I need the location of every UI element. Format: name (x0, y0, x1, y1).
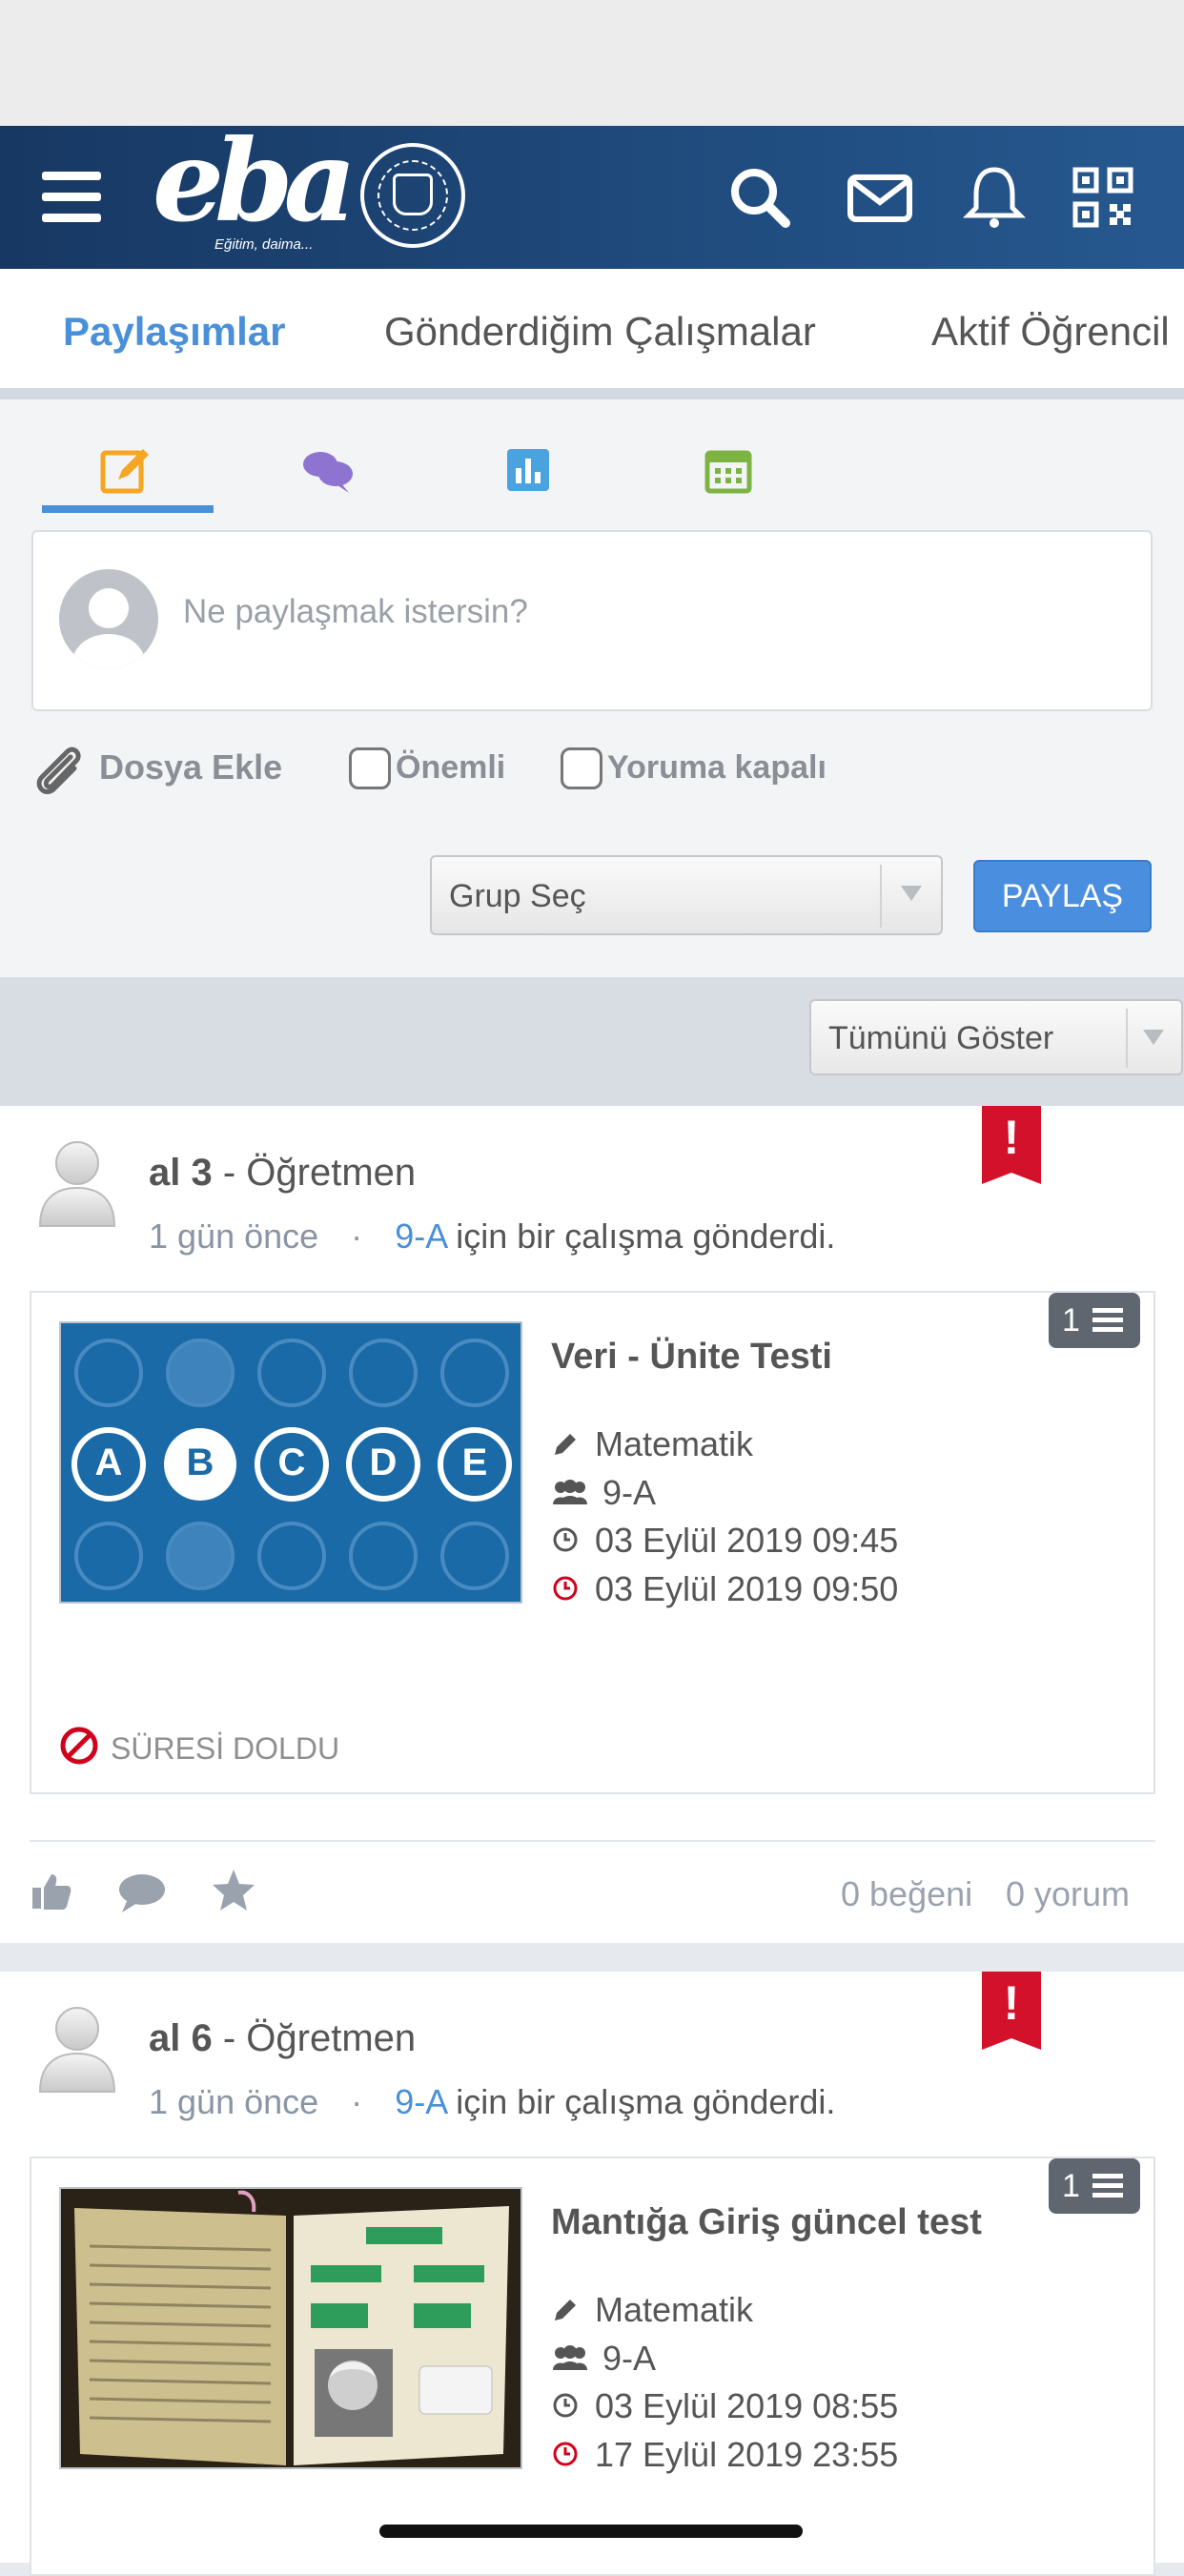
assignment-thumbnail[interactable] (59, 2187, 522, 2469)
author-role: - Öğretmen (222, 1152, 417, 1194)
comments-closed-checkbox[interactable] (561, 747, 602, 789)
important-flag-icon: ! (982, 1106, 1041, 1184)
divider (30, 1840, 1155, 1842)
filter-select[interactable]: Tümünü Göster (809, 999, 1183, 1075)
group-select-value: Grup Seç (449, 878, 586, 914)
assignment-title[interactable]: Veri - Ünite Testi (551, 1337, 832, 1378)
main-tabs: Paylaşımlar Gönderdiğim Çalışmalar Aktif… (0, 269, 1184, 399)
meta-separator: · (351, 1216, 363, 1256)
thumb-letter-e: E (461, 1441, 488, 1483)
filter-select-value: Tümünü Göster (828, 1020, 1054, 1056)
home-indicator[interactable] (379, 2525, 803, 2538)
eba-logo[interactable]: eba (153, 125, 357, 237)
mail-icon[interactable] (845, 162, 915, 233)
assignment-title[interactable]: Mantığa Giriş güncel test (551, 2202, 982, 2243)
book-illustration-image (61, 2189, 521, 2467)
meta-separator: · (351, 2082, 363, 2121)
qr-code-icon[interactable] (1068, 162, 1138, 233)
tab-gonderdigim-calismalar[interactable]: Gönderdiğim Çalışmalar (384, 309, 816, 355)
comments-closed-label[interactable]: Yoruma kapalı (607, 749, 827, 787)
pencil-icon (555, 2300, 576, 2320)
star-icon[interactable] (210, 1867, 257, 1914)
user-avatar[interactable] (34, 2000, 120, 2096)
post-input-placeholder[interactable]: Ne paylaşmak istersin? (183, 593, 528, 631)
logo-tagline: Eğitim, daima... (214, 236, 314, 253)
list-icon (1092, 1308, 1123, 1332)
paperclip-icon[interactable] (29, 740, 90, 801)
status-bar (0, 0, 1184, 126)
post-author[interactable]: al 6 - Öğretmen (149, 2017, 416, 2060)
avatar (59, 569, 158, 668)
like-count[interactable]: 0 beğeni (841, 1874, 972, 1914)
user-avatar[interactable] (34, 1135, 120, 1230)
search-icon[interactable] (725, 162, 795, 233)
chevron-down-icon (1143, 1030, 1164, 1045)
important-flag-icon: ! (982, 1972, 1041, 2050)
post-group-link[interactable]: 9-A (395, 1216, 446, 1256)
post-author[interactable]: al 3 - Öğretmen (149, 1152, 416, 1195)
thumb-letter-d: D (369, 1441, 398, 1483)
item-count-badge[interactable]: 1 (1049, 1293, 1140, 1348)
like-icon[interactable] (29, 1869, 74, 1914)
menu-icon[interactable] (42, 172, 101, 225)
comment-icon[interactable] (116, 1871, 168, 1916)
item-count: 1 (1062, 2168, 1080, 2204)
bell-icon[interactable] (959, 162, 1030, 233)
item-count-badge[interactable]: 1 (1049, 2158, 1140, 2214)
thumb-letter-a: A (94, 1441, 123, 1483)
assignment-end-date: 03 Eylül 2019 09:50 (595, 1569, 899, 1608)
meb-seal-icon (360, 143, 465, 248)
assignment-start-date: 03 Eylül 2019 08:55 (595, 2386, 899, 2425)
assignment-class: 9-A (602, 2339, 657, 2378)
post-group-link[interactable]: 9-A (395, 2082, 446, 2121)
assignment-subject: Matematik (595, 2290, 754, 2329)
thumb-letter-b: B (186, 1441, 214, 1483)
clock-icon (553, 1527, 578, 1552)
post-time: 1 gün önce (149, 1216, 319, 1256)
post-action-text: için bir çalışma gönderdi. (456, 1216, 836, 1256)
author-name[interactable]: al 3 (149, 1152, 213, 1194)
important-checkbox[interactable] (349, 747, 391, 789)
assignment-end-date: 17 Eylül 2019 23:55 (595, 2435, 899, 2474)
share-button[interactable]: PAYLAŞ (973, 860, 1152, 932)
attach-file-button[interactable]: Dosya Ekle (99, 747, 282, 787)
assignment-class: 9-A (602, 1473, 657, 1512)
deadline-clock-icon (553, 2442, 578, 2466)
users-icon (553, 2345, 587, 2370)
post-meta: 1 gün önce · 9-A için bir çalışma gönder… (149, 1216, 835, 1257)
post-time: 1 gün önce (149, 2082, 319, 2121)
composer-tab-indicator (42, 505, 214, 513)
clock-icon (553, 2393, 578, 2418)
chart-icon[interactable] (500, 441, 557, 499)
deadline-clock-icon (553, 1576, 578, 1601)
author-role: - Öğretmen (222, 2017, 417, 2059)
assignment-subject: Matematik (595, 1424, 754, 1463)
important-label[interactable]: Önemli (396, 749, 505, 787)
comment-count[interactable]: 0 yorum (1006, 1874, 1130, 1914)
users-icon (553, 1480, 587, 1504)
item-count: 1 (1062, 1302, 1080, 1339)
post-action-text: için bir çalışma gönderdi. (456, 2082, 836, 2121)
author-name[interactable]: al 6 (149, 2017, 213, 2059)
list-icon (1092, 2174, 1123, 2198)
post-meta: 1 gün önce · 9-A için bir çalışma gönder… (149, 2082, 835, 2122)
expired-status: SÜRESİ DOLDU (111, 1731, 340, 1766)
chat-icon[interactable] (299, 441, 357, 499)
active-tab-indicator (57, 389, 293, 397)
pencil-icon (555, 1434, 576, 1455)
tab-paylasimlar[interactable]: Paylaşımlar (63, 309, 286, 355)
assignment-thumbnail[interactable]: A B C D E (59, 1321, 522, 1604)
ban-icon (60, 1727, 98, 1765)
group-select[interactable]: Grup Seç (430, 855, 943, 935)
assignment-start-date: 03 Eylül 2019 09:45 (595, 1521, 899, 1560)
chevron-down-icon (901, 886, 922, 901)
edit-icon[interactable] (97, 441, 154, 499)
tab-aktif-ogrenciler[interactable]: Aktif Öğrencil (931, 309, 1170, 355)
calendar-icon[interactable] (700, 441, 757, 499)
thumb-letter-c: C (277, 1441, 306, 1483)
